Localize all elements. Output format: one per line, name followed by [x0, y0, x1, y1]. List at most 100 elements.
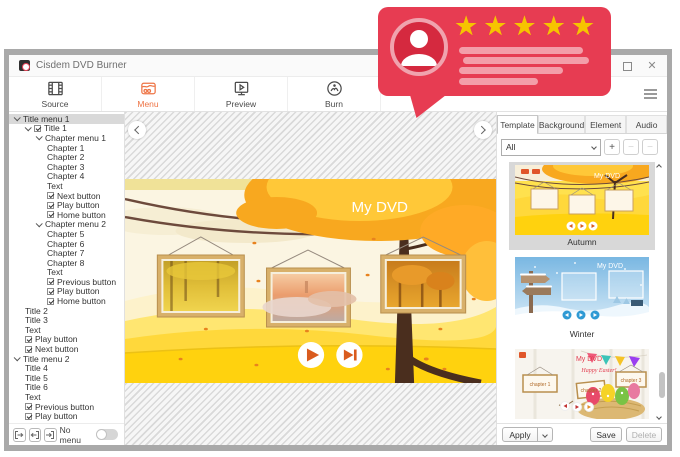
template-filter-select[interactable]: All	[501, 139, 601, 156]
thumb-title-text: My DVD	[594, 173, 620, 180]
no-menu-toggle[interactable]	[96, 429, 118, 440]
checkbox-checked[interactable]	[47, 202, 54, 209]
template-panel: Template Background Element Audio All + …	[496, 112, 667, 445]
maximize-icon[interactable]	[622, 61, 632, 71]
checkbox-checked[interactable]	[47, 278, 54, 285]
menu-preview-canvas[interactable]: My DVD	[125, 112, 496, 445]
window-title: Cisdem DVD Burner	[36, 60, 127, 71]
checkbox-checked[interactable]	[47, 288, 54, 295]
tree-item[interactable]: Chapter menu 1	[9, 133, 124, 143]
template-card-autumn[interactable]: My DVD Autumn	[509, 162, 655, 250]
scroll-down-icon[interactable]	[655, 413, 663, 421]
expander-chevron-icon[interactable]	[14, 115, 21, 122]
scene-play-button[interactable]	[298, 342, 324, 368]
tree-item[interactable]: Chapter 7	[9, 248, 124, 258]
hamburger-menu-icon[interactable]	[644, 89, 657, 100]
tree-item[interactable]: Play button	[9, 200, 124, 210]
tree-item-label: Play button	[35, 334, 78, 344]
tree-item[interactable]: Previous button	[9, 402, 124, 412]
tab-audio[interactable]: Audio	[626, 115, 667, 133]
tab-background[interactable]: Background	[538, 115, 585, 133]
tree-item-label: Text	[47, 267, 63, 277]
tree-item-label: Chapter 3	[47, 162, 84, 172]
delete-button[interactable]: Delete	[626, 427, 662, 442]
scrollbar-thumb[interactable]	[659, 372, 665, 398]
tree-item[interactable]: Title 2	[9, 306, 124, 316]
checkbox-checked[interactable]	[34, 125, 41, 132]
tree-item[interactable]: Home button	[9, 210, 124, 220]
tree-item[interactable]: Chapter 1	[9, 143, 124, 153]
tab-template[interactable]: Template	[497, 115, 538, 133]
template-card-chapter-menu[interactable]: My DVD Happy Easter! chapter 1 chapter 2…	[509, 346, 655, 423]
expander-chevron-icon[interactable]	[14, 354, 21, 361]
thumb-title-text: My DVD	[576, 356, 602, 363]
photo-frame-1[interactable]	[157, 255, 244, 317]
checkbox-checked[interactable]	[25, 336, 32, 343]
tree-item[interactable]: Chapter 6	[9, 239, 124, 249]
apply-button[interactable]: Apply	[502, 427, 538, 442]
close-icon[interactable]: ✕	[647, 61, 657, 71]
checkbox-checked[interactable]	[47, 211, 54, 218]
tree-item[interactable]: Title 3	[9, 315, 124, 325]
apply-dropdown-button[interactable]	[538, 427, 553, 442]
checkbox-checked[interactable]	[25, 346, 32, 353]
tree-item[interactable]: Play button	[9, 411, 124, 421]
autumn-thumb-art: My DVD	[515, 165, 649, 235]
tree-item[interactable]: Text	[9, 268, 124, 278]
next-menu-page-button[interactable]	[474, 121, 492, 139]
tree-item[interactable]: Title 4	[9, 363, 124, 373]
tree-item[interactable]: Next button	[9, 344, 124, 354]
add-template-button[interactable]: +	[604, 139, 620, 155]
tree-item[interactable]: Chapter 4	[9, 172, 124, 182]
filter-value: All	[506, 142, 515, 152]
tree-item-label: Previous button	[35, 402, 94, 412]
tree-item[interactable]: Title 5	[9, 373, 124, 383]
tree-item[interactable]: Chapter menu 2	[9, 220, 124, 230]
tree-item[interactable]: Title menu 2	[9, 354, 124, 364]
save-button[interactable]: Save	[590, 427, 622, 442]
checkbox-checked[interactable]	[25, 413, 32, 420]
photo-frame-3[interactable]	[381, 255, 466, 313]
tab-element[interactable]: Element	[585, 115, 626, 133]
template-panel-footer: Apply Save Delete	[497, 423, 667, 445]
photo-frame-2[interactable]	[262, 268, 356, 327]
tree-item[interactable]: Chapter 8	[9, 258, 124, 268]
expander-chevron-icon[interactable]	[36, 220, 43, 227]
checkbox-checked[interactable]	[47, 192, 54, 199]
menu-title-text[interactable]: My DVD	[352, 199, 409, 216]
chapter-frame-label: chapter 2	[581, 388, 602, 394]
toolbar-source-button[interactable]: Source	[9, 77, 102, 111]
prev-menu-page-button[interactable]	[128, 121, 146, 139]
tree-item[interactable]: Play button	[9, 335, 124, 345]
tree-item[interactable]: Previous button	[9, 277, 124, 287]
tree-item[interactable]: Chapter 2	[9, 152, 124, 162]
toggle-knob	[96, 429, 107, 440]
tree-item[interactable]: Title 6	[9, 383, 124, 393]
move-in-button[interactable]	[44, 428, 57, 442]
autumn-menu-scene[interactable]: My DVD	[125, 179, 496, 383]
tree-item[interactable]: Chapter 3	[9, 162, 124, 172]
scroll-up-icon[interactable]	[655, 163, 663, 171]
expander-chevron-icon[interactable]	[25, 124, 32, 131]
scene-next-button[interactable]	[336, 342, 362, 368]
toolbar-preview-button[interactable]: Preview	[195, 77, 288, 111]
move-out-button[interactable]	[13, 428, 26, 442]
template-card-winter[interactable]: My DVD Winter	[509, 254, 655, 342]
tree-item[interactable]: Chapter 5	[9, 229, 124, 239]
edit-template-button[interactable]: −	[642, 139, 658, 155]
tree-item[interactable]: Play button	[9, 287, 124, 297]
checkbox-checked[interactable]	[25, 403, 32, 410]
tree-item[interactable]: Home button	[9, 296, 124, 306]
tree-item[interactable]: Text	[9, 325, 124, 335]
move-back-button[interactable]	[29, 428, 42, 442]
tree-item[interactable]: Title 1	[9, 124, 124, 134]
tree-item[interactable]: Text	[9, 392, 124, 402]
toolbar-menu-button[interactable]: Menu	[102, 77, 195, 111]
expander-chevron-icon[interactable]	[36, 134, 43, 141]
toolbar-burn-button[interactable]: Burn	[288, 77, 381, 111]
tree-item[interactable]: Text	[9, 181, 124, 191]
tree-item[interactable]: Next button	[9, 191, 124, 201]
checkbox-checked[interactable]	[47, 298, 54, 305]
tree-item[interactable]: Title menu 1	[9, 114, 124, 124]
remove-template-button[interactable]: −	[623, 139, 639, 155]
